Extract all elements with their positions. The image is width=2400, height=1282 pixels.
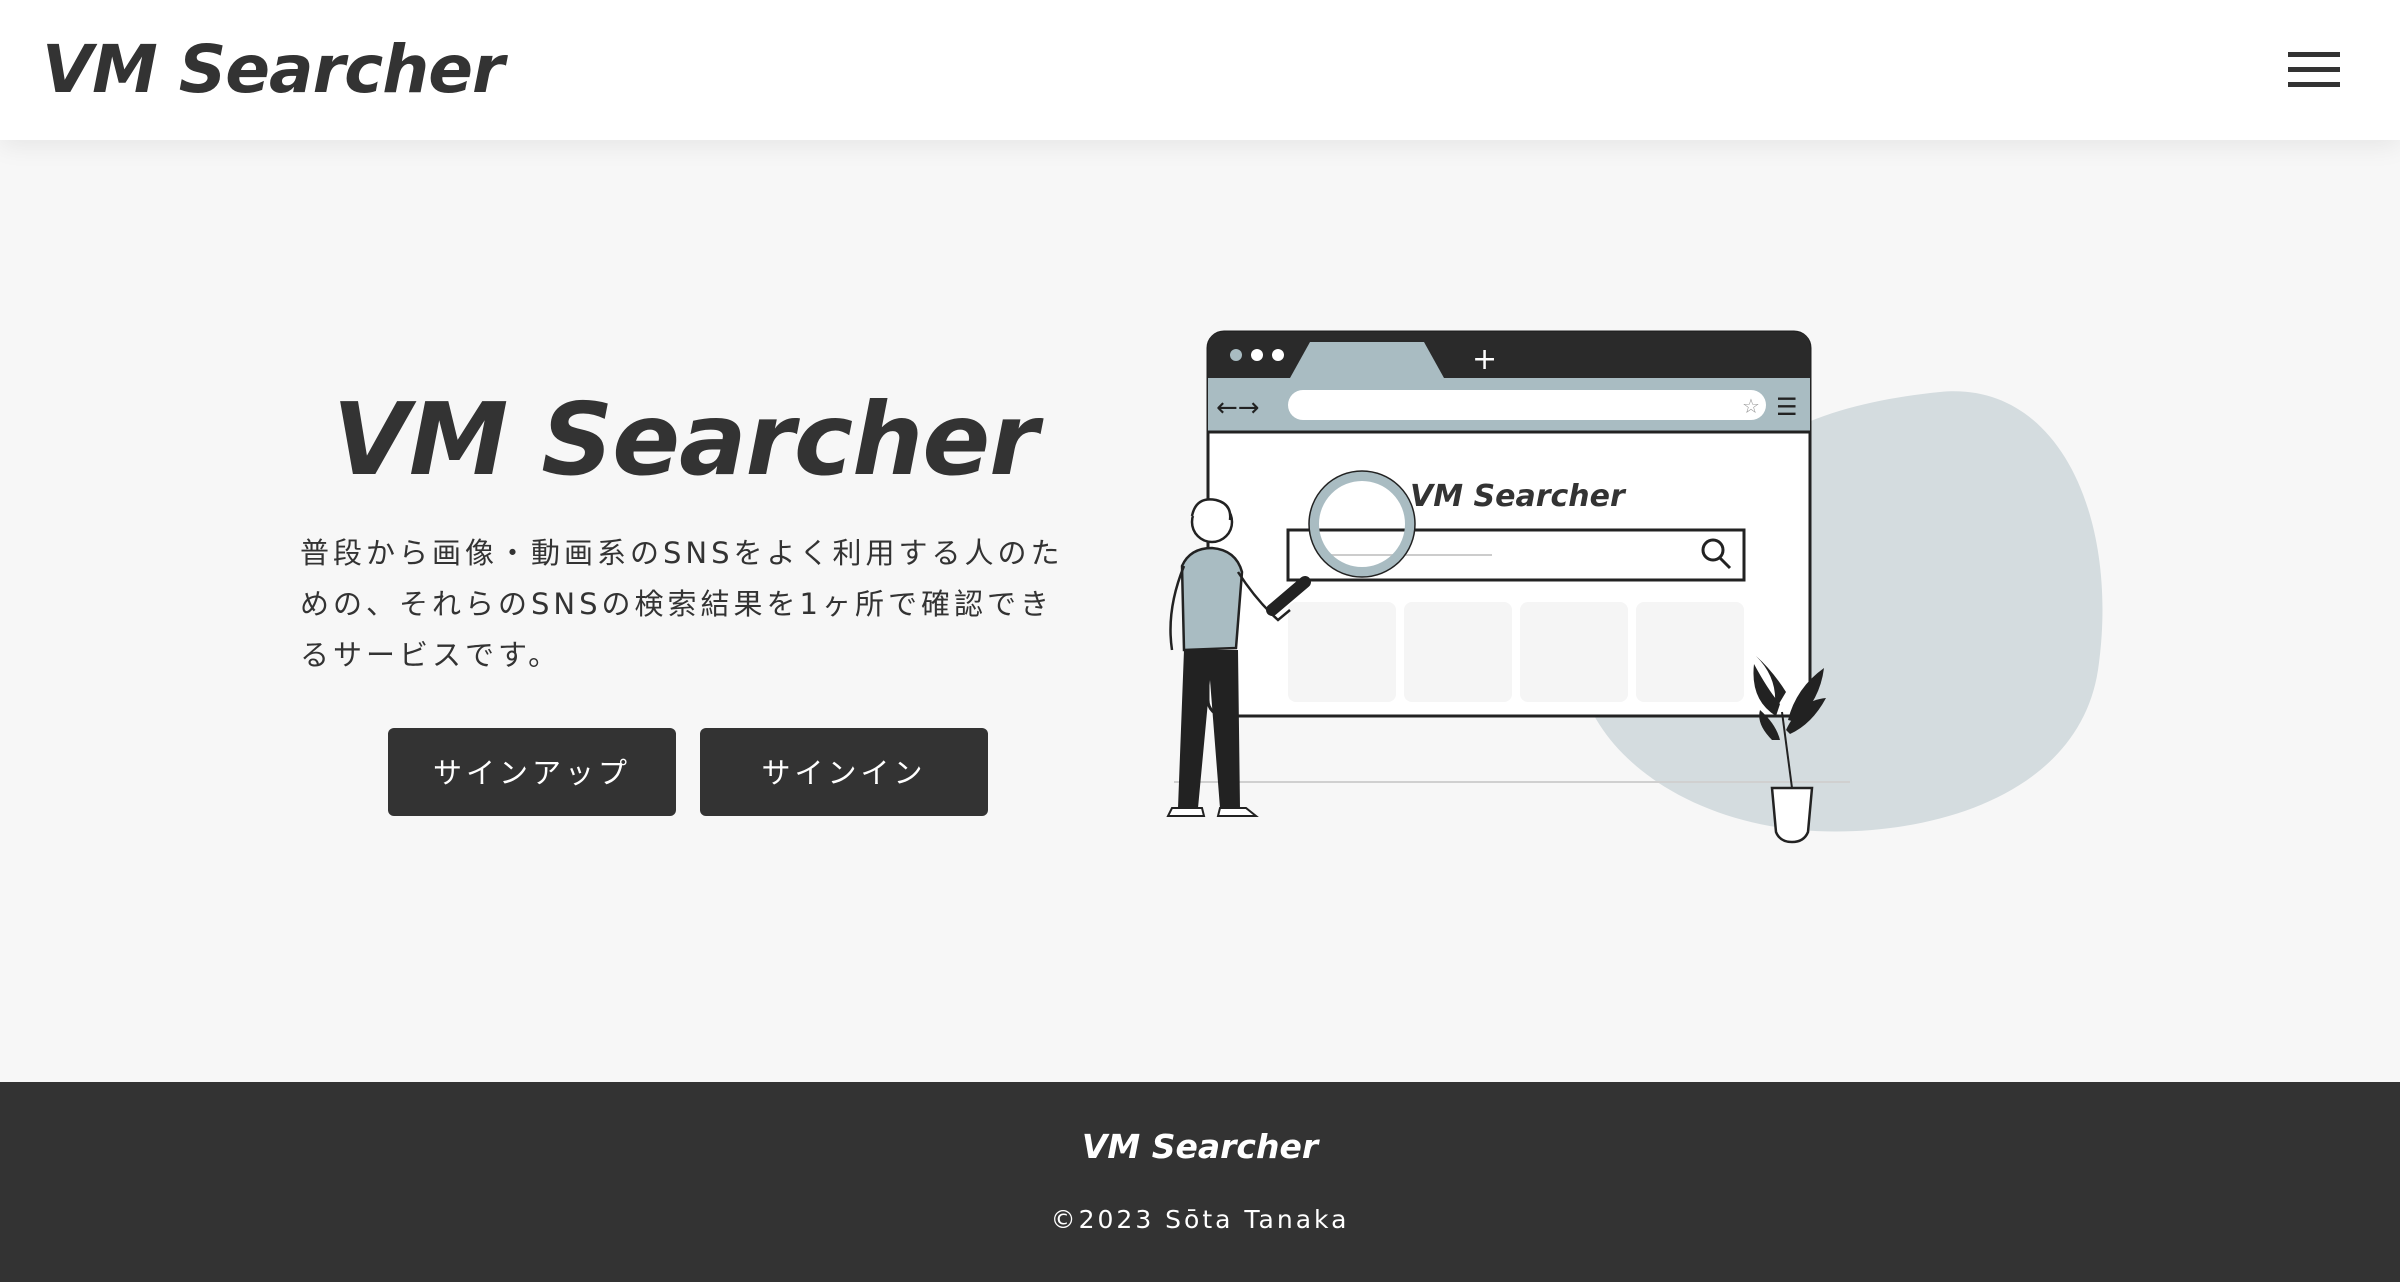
new-tab-plus-icon: + bbox=[1472, 342, 1497, 377]
hero-section: VM Searcher 普段から画像・動画系のSNSをよく利用する人のための、そ… bbox=[0, 140, 2400, 1082]
header-logo[interactable]: VM Searcher bbox=[42, 30, 505, 110]
hero-description: 普段から画像・動画系のSNSをよく利用する人のための、それらのSNSの検索結果を… bbox=[300, 536, 1064, 672]
hamburger-menu-icon[interactable] bbox=[2284, 48, 2344, 92]
footer-logo[interactable]: VM Searcher bbox=[0, 1122, 2400, 1172]
signup-button[interactable]: サインアップ bbox=[388, 728, 676, 816]
hero-title: VM Searcher bbox=[332, 381, 1039, 498]
menu-bar-top bbox=[2288, 52, 2340, 57]
browser-site-title: VM Searcher bbox=[1410, 479, 1627, 514]
signin-button[interactable]: サインイン bbox=[700, 728, 988, 816]
site-header: VM Searcher bbox=[0, 0, 2400, 140]
browser-menu-icon: ☰ bbox=[1776, 393, 1798, 421]
result-card bbox=[1636, 602, 1744, 702]
menu-bar-middle bbox=[2288, 67, 2340, 72]
result-card bbox=[1520, 602, 1628, 702]
address-bar bbox=[1288, 390, 1766, 420]
footer-copyright: ©2023 Sōta Tanaka bbox=[1050, 1205, 1350, 1234]
result-card bbox=[1404, 602, 1512, 702]
hero-illustration: + ←→ ☆ ☰ VM Searcher bbox=[1166, 330, 2103, 844]
browser-window: + ←→ ☆ ☰ VM Searcher bbox=[1206, 330, 1812, 718]
back-forward-icon: ←→ bbox=[1216, 393, 1260, 423]
browser-active-tab bbox=[1290, 342, 1444, 378]
star-icon: ☆ bbox=[1742, 394, 1760, 418]
result-card bbox=[1288, 602, 1396, 702]
menu-bar-bottom bbox=[2288, 82, 2340, 87]
site-footer: VM Searcher ©2023 Sōta Tanaka bbox=[0, 1082, 2400, 1282]
